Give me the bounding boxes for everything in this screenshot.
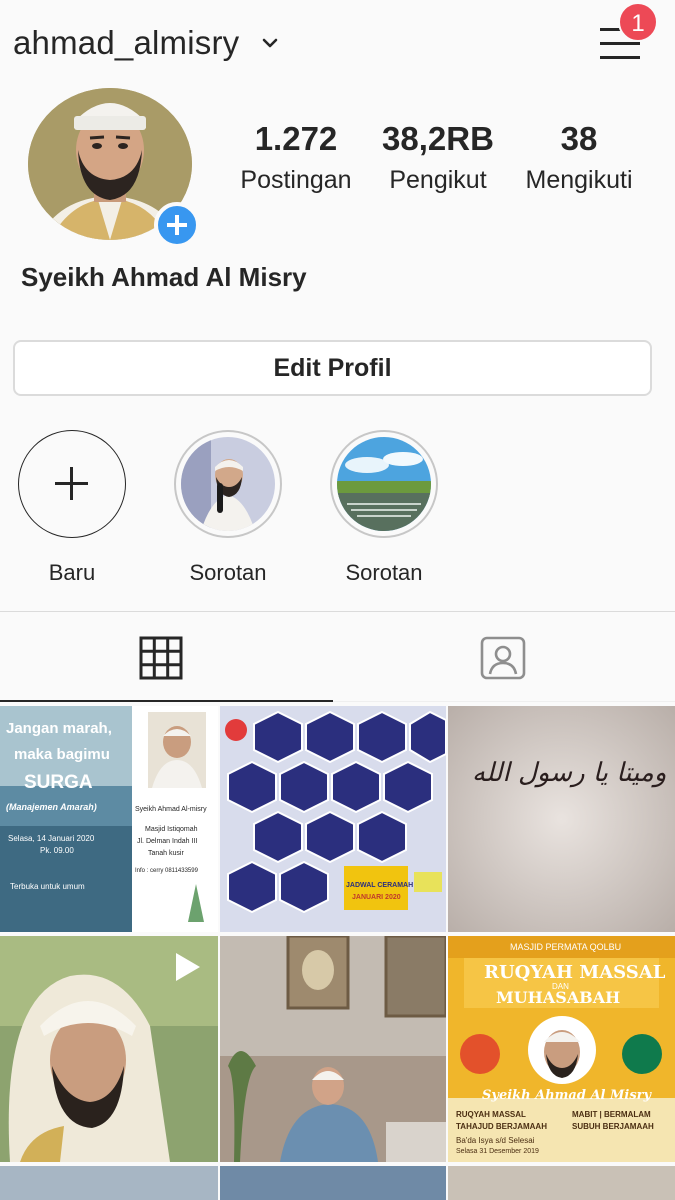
plus-icon bbox=[167, 215, 187, 235]
tagged-person-icon bbox=[480, 636, 526, 680]
plus-icon bbox=[55, 467, 88, 500]
post-text: MABIT | BERMALAM bbox=[572, 1110, 651, 1119]
notification-badge: 1 bbox=[618, 2, 658, 42]
highlight-sorotan-2[interactable]: Sorotan bbox=[320, 430, 448, 586]
post-text: Pk. 09.00 bbox=[40, 846, 74, 855]
post-text: Selasa, 14 Januari 2020 bbox=[8, 834, 95, 843]
highlight-sorotan-1[interactable]: Sorotan bbox=[164, 430, 292, 586]
highlight-label: Sorotan bbox=[345, 560, 423, 585]
posts-label: Postingan bbox=[240, 166, 352, 194]
post-thumbnail[interactable] bbox=[220, 1166, 446, 1200]
highlight-label: Baru bbox=[48, 560, 96, 585]
following-count: 38 bbox=[560, 120, 598, 157]
chevron-down-icon[interactable] bbox=[261, 34, 279, 52]
highlight-new[interactable]: Baru bbox=[8, 430, 136, 586]
post-text: Tanah kusir bbox=[148, 850, 184, 857]
post-text: JANUARI 2020 bbox=[352, 894, 401, 901]
edit-profile-button[interactable]: Edit Profil bbox=[13, 340, 652, 396]
post-text: Selasa 31 Desember 2019 bbox=[456, 1148, 539, 1155]
post-thumbnail[interactable] bbox=[0, 1166, 218, 1200]
post-text: SUBUH BERJAMAAH bbox=[572, 1122, 654, 1131]
video-play-icon bbox=[176, 953, 200, 981]
post-text: طبت حيا وميتا يا رسول الله bbox=[472, 758, 675, 788]
highlight-label: Sorotan bbox=[189, 560, 267, 585]
grid-icon bbox=[139, 636, 183, 680]
post-text: JADWAL CERAMAH bbox=[346, 882, 414, 889]
profile-full-name: Syeikh Ahmad Al Misry bbox=[21, 262, 307, 292]
post-text: Syeikh Ahmad Al Misry bbox=[482, 1088, 652, 1103]
post-thumbnail[interactable]: JADWAL CERAMAH JANUARI 2020 bbox=[220, 706, 446, 932]
post-text: Syeikh Ahmad Al-misry bbox=[135, 806, 207, 813]
followers-count: 38,2RB bbox=[382, 120, 494, 157]
post-text: RUQYAH MASSAL bbox=[456, 1110, 526, 1119]
post-thumbnail[interactable]: MASJID PERMATA QOLBU RUQYAH MASSAL DAN M… bbox=[448, 936, 675, 1162]
following-stat[interactable]: 38 Mengikuti bbox=[512, 120, 646, 195]
followers-stat[interactable]: 38,2RB Pengikut bbox=[378, 120, 498, 195]
post-thumbnail[interactable]: Jangan marah, maka bagimu SURGA (Manajem… bbox=[0, 706, 218, 932]
post-text: RUQYAH MASSAL bbox=[484, 962, 666, 983]
post-text: MASJID PERMATA QOLBU bbox=[510, 942, 622, 952]
post-text: Info : cerry 0811433599 bbox=[135, 868, 198, 874]
username-switcher[interactable]: ahmad_almisry bbox=[13, 24, 239, 62]
post-text: SURGA bbox=[24, 772, 93, 793]
post-thumbnail[interactable] bbox=[220, 936, 446, 1162]
post-text: Masjid Istiqomah bbox=[145, 826, 198, 833]
highlight-cover bbox=[174, 430, 282, 538]
tab-tagged[interactable] bbox=[333, 612, 675, 702]
post-thumbnail[interactable] bbox=[448, 1166, 675, 1200]
followers-label: Pengikut bbox=[389, 166, 487, 194]
posts-count: 1.272 bbox=[254, 120, 338, 157]
following-label: Mengikuti bbox=[525, 166, 633, 194]
post-text: Terbuka untuk umum bbox=[10, 882, 85, 891]
post-text: (Manajemen Amarah) bbox=[6, 802, 97, 812]
tab-posts-grid[interactable] bbox=[0, 612, 333, 702]
post-thumbnail[interactable] bbox=[0, 936, 218, 1162]
new-highlight-circle bbox=[18, 430, 126, 538]
post-text: TAHAJUD BERJAMAAH bbox=[456, 1122, 547, 1131]
add-story-button[interactable] bbox=[154, 202, 200, 248]
profile-header: ahmad_almisry 1 bbox=[0, 0, 675, 86]
post-text: Jangan marah, bbox=[6, 720, 112, 737]
post-text: MUHASABAH bbox=[496, 988, 621, 1007]
posts-stat[interactable]: 1.272 Postingan bbox=[228, 120, 364, 195]
post-text: maka bagimu bbox=[14, 746, 110, 763]
highlight-cover bbox=[330, 430, 438, 538]
post-thumbnail[interactable]: طبت حيا وميتا يا رسول الله bbox=[448, 706, 675, 932]
post-text: Ba'da Isya s/d Selesai bbox=[456, 1136, 535, 1145]
post-text: Jl. Delman Indah III bbox=[137, 838, 198, 845]
